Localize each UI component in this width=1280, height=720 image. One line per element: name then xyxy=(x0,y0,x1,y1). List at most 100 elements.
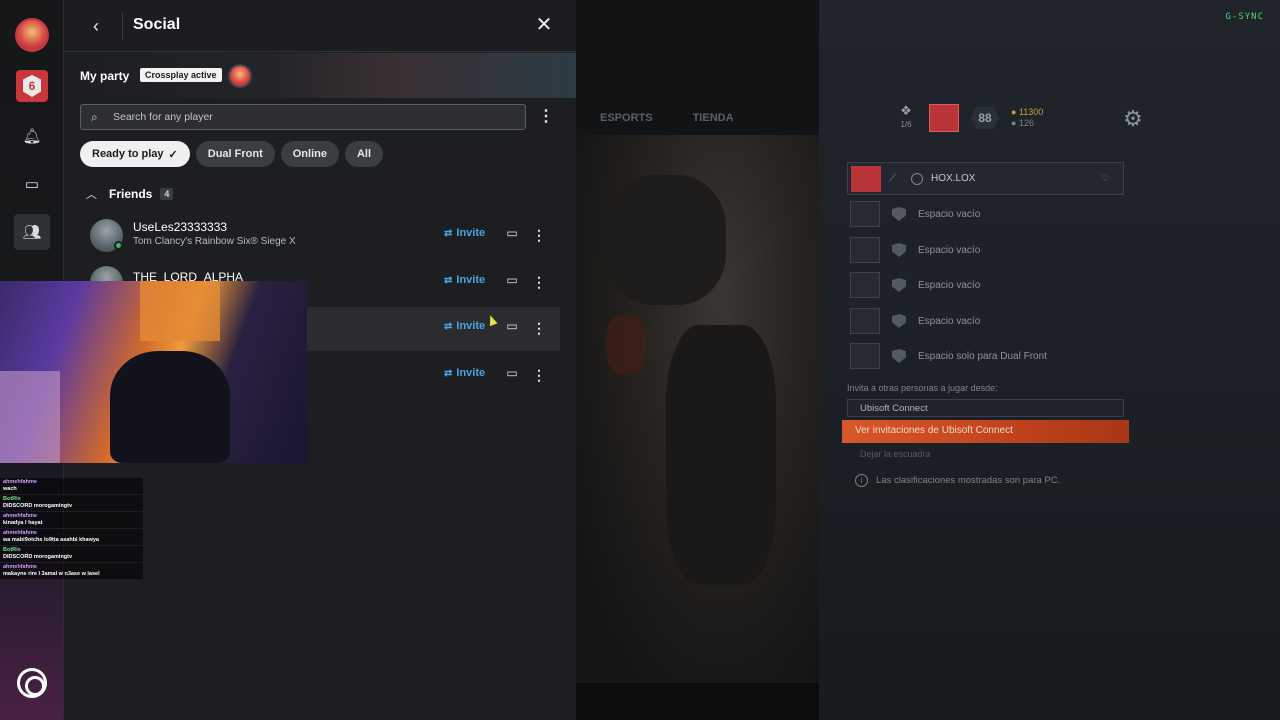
invite-button[interactable]: ⇄ Invite xyxy=(444,227,485,239)
invite-icon: ⇄ xyxy=(444,320,453,332)
background-tab-store: TIENDA xyxy=(692,112,734,124)
slot-label: Espacio solo para Dual Front xyxy=(918,350,1047,362)
invite-from-label: Invita a otras personas a jugar desde: xyxy=(847,383,998,393)
invite-icon: ⇄ xyxy=(444,367,453,379)
filter-label: All xyxy=(356,148,372,160)
friends-section-header[interactable]: ︿ Friends 4 xyxy=(86,186,174,202)
platform-icon: ⟋ xyxy=(889,172,896,184)
chat-user: BotRix xyxy=(3,547,21,553)
friends-count: 4 xyxy=(160,188,174,200)
ubisoft-logo-icon[interactable] xyxy=(17,668,47,698)
renown-value: 126 xyxy=(1018,118,1034,128)
operator-image xyxy=(576,135,819,683)
more-options-icon[interactable]: ⋮ xyxy=(532,273,546,291)
chat-icon[interactable]: ▭ xyxy=(14,166,50,202)
header-divider xyxy=(122,12,123,40)
search-input[interactable] xyxy=(113,109,513,125)
squad-count[interactable]: ❖ 1/6 xyxy=(895,104,917,132)
friend-row[interactable]: UseLes23333333 Tom Clancy's Rainbow Six®… xyxy=(80,214,560,258)
party-slot-empty[interactable]: Espacio vacío xyxy=(850,271,1124,299)
rankings-info-text: Las clasificaciones mostradas son para P… xyxy=(876,475,1061,486)
game-tile-r6[interactable]: 6 xyxy=(16,70,48,102)
invite-icon: ⇄ xyxy=(444,227,453,239)
message-icon[interactable]: ▭ xyxy=(505,273,519,287)
invite-label: Invite xyxy=(456,274,486,286)
chat-message: ahmehfahme wa mabi9otche lo9tta asahbi kh… xyxy=(0,529,143,545)
message-icon[interactable]: ▭ xyxy=(505,226,519,240)
online-status-icon xyxy=(114,241,123,250)
back-icon[interactable]: ‹ xyxy=(86,16,106,36)
gsync-indicator: G-SYNC xyxy=(1225,12,1264,22)
invite-icon: ⇄ xyxy=(444,274,453,286)
gear-icon[interactable]: ⚙ xyxy=(1120,106,1146,132)
filter-all[interactable]: All xyxy=(344,141,384,167)
player-search[interactable]: ⌕ xyxy=(80,104,526,130)
stream-chat-overlay: ahmehfahme wach BotRix DIDSCORD morogaming… xyxy=(0,478,143,580)
party-slot-empty[interactable]: Espacio vacío xyxy=(850,307,1124,335)
filter-online[interactable]: Online xyxy=(280,141,339,167)
invite-source-select[interactable]: Ubisoft Connect xyxy=(847,399,1124,417)
search-icon: ⌕ xyxy=(91,110,98,124)
filter-label: Ready to play xyxy=(92,148,164,160)
chat-message: BotRix DIDSCORD morogamingtv xyxy=(0,495,143,511)
message-icon[interactable]: ▭ xyxy=(505,319,519,333)
party-slot-empty[interactable]: Espacio vacío xyxy=(850,200,1124,228)
bell-icon[interactable]: 🔔︎ xyxy=(14,118,50,154)
view-invitations-button[interactable]: Ver invitaciones de Ubisoft Connect xyxy=(842,420,1129,443)
shield-icon xyxy=(892,207,906,221)
invite-button[interactable]: ⇄ Invite xyxy=(444,367,485,379)
invite-label: Invite xyxy=(456,227,486,239)
slot-label: Espacio vacío xyxy=(918,208,981,220)
close-icon[interactable]: ✕ xyxy=(534,15,554,35)
friend-game: Tom Clancy's Rainbow Six® Siege X xyxy=(133,236,296,247)
invite-button[interactable]: ⇄ Invite xyxy=(444,320,485,332)
party-slot-dual-front[interactable]: Espacio solo para Dual Front xyxy=(850,342,1124,370)
message-icon[interactable]: ▭ xyxy=(505,366,519,380)
profile-avatar[interactable] xyxy=(15,18,49,52)
background-tabs: ESPORTS TIENDA xyxy=(600,112,734,124)
slot-player-name: HOX.LOX xyxy=(931,173,976,184)
party-slot-empty[interactable]: Espacio vacío xyxy=(850,236,1124,264)
friends-icon[interactable]: 👥︎ xyxy=(14,214,50,250)
crossplay-badge: Crossplay active xyxy=(140,68,222,82)
player-avatar[interactable] xyxy=(929,104,959,132)
slot-box xyxy=(850,201,880,227)
friends-label: Friends xyxy=(109,187,153,201)
party-member-avatar[interactable] xyxy=(228,64,252,88)
chevron-up-icon: ︿ xyxy=(86,189,97,201)
squad-count-text: 1/6 xyxy=(900,120,912,129)
chat-text: DIDSCORD morogamingtv xyxy=(3,503,73,509)
filter-dual-front[interactable]: Dual Front xyxy=(195,141,275,167)
currency: ● 11300 ● 126 xyxy=(1011,107,1043,129)
slot-box xyxy=(850,237,880,263)
rankings-info: i Las clasificaciones mostradas son para… xyxy=(855,474,1060,487)
filter-label: Online xyxy=(292,148,327,160)
invite-button[interactable]: ⇄ Invite xyxy=(444,274,485,286)
my-party-label: My party xyxy=(80,69,130,83)
more-options-icon[interactable]: ⋮ xyxy=(538,108,554,126)
more-options-icon[interactable]: ⋮ xyxy=(532,319,546,337)
slot-box xyxy=(850,272,880,298)
invite-label: Invite xyxy=(456,320,486,332)
filter-ready-to-play[interactable]: Ready to play ✓ xyxy=(80,141,190,167)
more-options-icon[interactable]: ⋮ xyxy=(532,226,546,244)
chat-text: makayne rire l 3amal w n3ase w lasel xyxy=(3,571,100,577)
chat-text: DIDSCORD morogamingtv xyxy=(3,554,73,560)
leave-squad-button[interactable]: Dejar la escuadra xyxy=(860,449,931,459)
friend-name: UseLes23333333 xyxy=(133,220,228,234)
credits-value: 11300 xyxy=(1018,107,1044,117)
party-header: ❖ 1/6 88 ● 11300 ● 126 xyxy=(895,104,1043,132)
credits-icon: ● xyxy=(1011,107,1017,117)
shield-icon xyxy=(892,314,906,328)
more-options-icon[interactable]: ⋮ xyxy=(532,366,546,384)
filter-chips: Ready to play ✓ Dual Front Online All xyxy=(80,141,384,167)
slot-box xyxy=(850,308,880,334)
party-slot-main[interactable]: ⟋ HOX.LOX ♡ xyxy=(847,162,1124,195)
my-party-bar: My party Crossplay active xyxy=(64,53,576,98)
chat-user: ahmehfahme xyxy=(3,530,37,536)
slot-box xyxy=(850,343,880,369)
shield-icon xyxy=(892,349,906,363)
chat-text: wach xyxy=(3,486,17,492)
chat-text: wa mabi9otche lo9tta asahbi khawya xyxy=(3,537,99,543)
invite-label: Invite xyxy=(456,367,486,379)
